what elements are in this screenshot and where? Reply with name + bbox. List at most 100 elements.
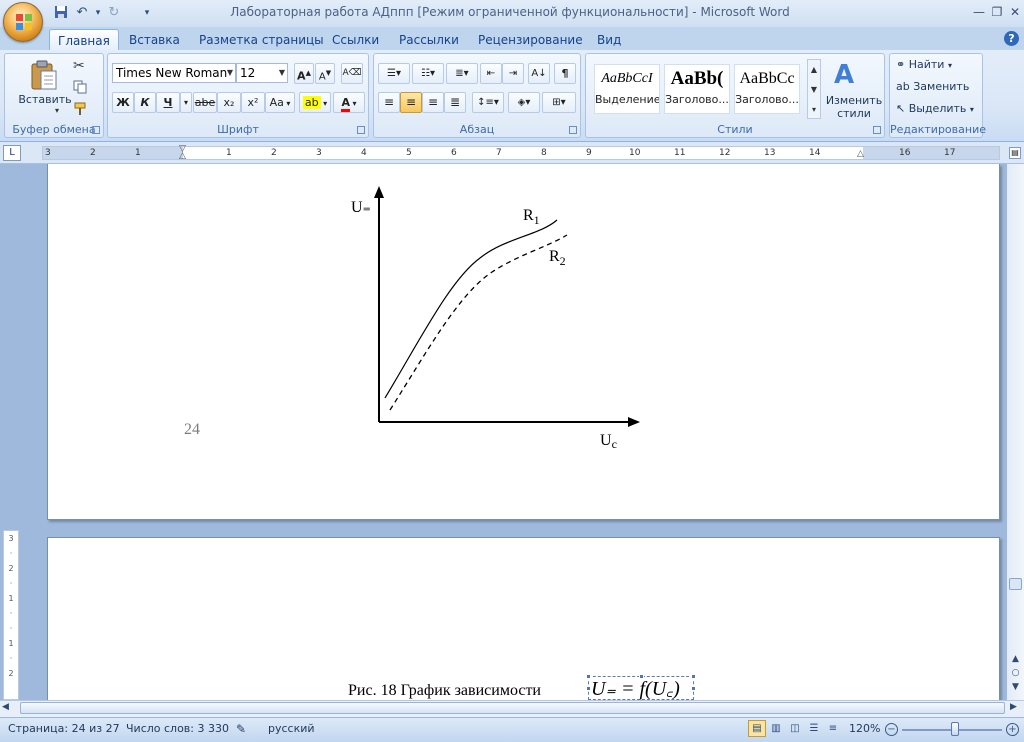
resize-handle[interactable] [691, 686, 696, 691]
paragraph-launcher-icon[interactable] [569, 126, 577, 134]
font-launcher-icon[interactable] [357, 126, 365, 134]
chevron-down-icon[interactable]: ▼ [279, 64, 285, 82]
scroll-right-icon[interactable]: ▶ [1010, 702, 1017, 712]
tab-review[interactable]: Рецензирование [470, 29, 591, 51]
style-emphasis[interactable]: AaBbCcI Выделение [594, 64, 660, 114]
tab-references[interactable]: Ссылки [324, 29, 387, 51]
tab-view[interactable]: Вид [589, 29, 629, 51]
underline-button[interactable]: Ч [156, 92, 180, 113]
x-axis-label: Uc [600, 432, 617, 451]
tab-insert[interactable]: Вставка [121, 29, 188, 51]
line-spacing-icon[interactable]: ↕≡▾ [472, 92, 504, 113]
zoom-out-icon[interactable]: − [885, 723, 898, 736]
proofing-icon[interactable]: ✎ [236, 722, 246, 736]
paste-button[interactable]: Вставить [15, 93, 75, 106]
tab-page-layout[interactable]: Разметка страницы [191, 29, 332, 51]
subscript-button[interactable]: x₂ [217, 92, 241, 113]
styles-launcher-icon[interactable] [873, 126, 881, 134]
bullets-icon[interactable]: ☰▾ [378, 63, 410, 84]
grow-font-button[interactable]: A▲ [294, 63, 314, 84]
vertical-scrollbar[interactable] [1007, 164, 1024, 700]
cut-icon[interactable]: ✂ [73, 58, 85, 74]
change-styles-icon[interactable]: A [830, 60, 858, 90]
tab-selector-icon[interactable]: L [3, 145, 21, 161]
tab-mailings[interactable]: Рассылки [391, 29, 467, 51]
resize-handle[interactable] [639, 674, 644, 679]
horizontal-ruler[interactable]: 3 2 1 ▽ △ 1 2 3 4 5 6 7 8 9 10 11 12 13 1… [42, 145, 1000, 161]
minimize-icon[interactable]: — [970, 3, 988, 21]
redo-icon[interactable]: ↻ [106, 5, 122, 21]
decrease-indent-icon[interactable]: ⇤ [480, 63, 502, 84]
paste-icon[interactable] [29, 59, 59, 91]
style-heading-1[interactable]: AaBb( Заголово... [664, 64, 730, 114]
clear-formatting-icon[interactable]: A⌫ [341, 63, 363, 84]
style-heading-2[interactable]: AaBbCc Заголово... [734, 64, 800, 114]
language-status[interactable]: русский [268, 722, 315, 735]
vertical-scroll-thumb[interactable] [1009, 578, 1022, 590]
full-screen-reading-icon[interactable]: ▥ [767, 720, 785, 737]
replace-button[interactable]: ab Заменить [896, 80, 969, 93]
change-case-button[interactable]: Aa ▾ [265, 92, 295, 113]
resize-handle[interactable] [586, 686, 591, 691]
equation-object[interactable]: U₌ = f(U꜀) [586, 674, 696, 700]
tab-home[interactable]: Главная [49, 29, 119, 51]
align-right-icon[interactable]: ≡ [422, 92, 444, 113]
font-color-button[interactable]: A ▾ [333, 92, 365, 113]
undo-icon[interactable]: ↶ [74, 5, 90, 21]
borders-icon[interactable]: ⊞▾ [542, 92, 576, 113]
strikethrough-button[interactable]: abe [193, 92, 217, 113]
show-marks-icon[interactable]: ¶ [554, 63, 576, 84]
outline-icon[interactable]: ☰ [805, 720, 823, 737]
ruler-tick: 14 [809, 148, 821, 158]
office-button[interactable] [3, 2, 43, 42]
find-button[interactable]: ⚭ Найти ▾ [896, 58, 952, 71]
restore-icon[interactable]: ❐ [988, 3, 1006, 21]
paste-dropdown-icon[interactable]: ▾ [51, 106, 63, 115]
zoom-level[interactable]: 120% [849, 722, 880, 735]
underline-dropdown-icon[interactable]: ▾ [180, 92, 192, 113]
change-styles-button[interactable]: Изменить стили [824, 94, 884, 120]
font-name-field[interactable]: Times New Roman ▼ [112, 63, 236, 83]
chevron-down-icon[interactable]: ▼ [227, 64, 233, 82]
numbering-icon[interactable]: ☷▾ [412, 63, 444, 84]
format-painter-icon[interactable] [73, 102, 87, 116]
increase-indent-icon[interactable]: ⇥ [502, 63, 524, 84]
resize-handle[interactable] [691, 674, 696, 679]
print-layout-icon[interactable]: ▤ [748, 720, 766, 737]
draft-icon[interactable]: ≡ [824, 720, 842, 737]
highlight-button[interactable]: ab ▾ [299, 92, 331, 113]
page-status[interactable]: Страница: 24 из 27 [8, 722, 120, 735]
vertical-ruler[interactable]: 3 · 2 · 1 · · 1 · 2 [3, 530, 19, 700]
scroll-left-icon[interactable]: ◀ [2, 702, 9, 712]
sort-icon[interactable]: A↓ [528, 63, 550, 84]
web-layout-icon[interactable]: ◫ [786, 720, 804, 737]
justify-icon[interactable]: ≣ [444, 92, 466, 113]
copy-icon[interactable] [73, 80, 87, 94]
font-size-field[interactable]: 12 ▼ [236, 63, 288, 83]
help-icon[interactable]: ? [1004, 31, 1019, 46]
shrink-font-button[interactable]: A▼ [315, 63, 335, 84]
align-left-icon[interactable]: ≡ [378, 92, 400, 113]
word-count[interactable]: Число слов: 3 330 [126, 722, 229, 735]
ruler-tick: 3 [316, 148, 322, 158]
horizontal-scroll-thumb[interactable] [20, 702, 1005, 714]
multilevel-list-icon[interactable]: ≣▾ [446, 63, 478, 84]
zoom-in-icon[interactable]: + [1006, 723, 1019, 736]
select-button[interactable]: ↖ Выделить ▾ [896, 102, 974, 115]
browse-object-icon[interactable]: ▲ ○ ▼ [1009, 652, 1022, 694]
view-ruler-icon[interactable]: ▤ [1009, 147, 1021, 159]
superscript-button[interactable]: x² [241, 92, 265, 113]
save-icon[interactable] [53, 5, 69, 21]
resize-handle[interactable] [586, 674, 591, 679]
close-icon[interactable]: ✕ [1006, 3, 1024, 21]
align-center-icon[interactable]: ≡ [400, 92, 422, 113]
styles-scroll-icon[interactable]: ▲ ▼ ▾ [807, 59, 821, 119]
shading-icon[interactable]: ◈▾ [508, 92, 540, 113]
indent-marker-icon[interactable]: ▽ △ [179, 145, 188, 161]
right-indent-marker-icon[interactable]: △ [857, 149, 864, 159]
clipboard-launcher-icon[interactable] [92, 126, 100, 134]
zoom-slider-thumb[interactable] [950, 722, 959, 736]
italic-button[interactable]: К [134, 92, 156, 113]
undo-dropdown-icon[interactable]: ▾ [90, 5, 106, 21]
bold-button[interactable]: Ж [112, 92, 134, 113]
